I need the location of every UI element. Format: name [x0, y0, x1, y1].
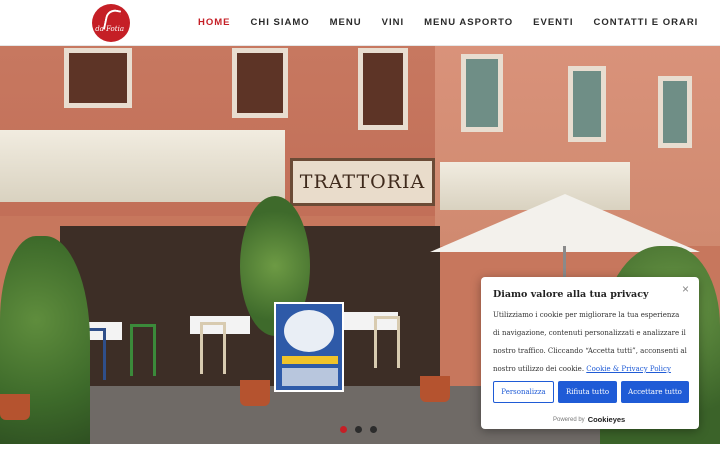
window	[461, 54, 503, 132]
nav-menu-asporto[interactable]: MENU ASPORTO	[424, 17, 513, 28]
window	[232, 48, 288, 118]
cookieyes-brand[interactable]: Cookieyes	[588, 415, 626, 424]
chair-green	[130, 324, 156, 376]
nav-eventi[interactable]: EVENTI	[533, 17, 573, 28]
poster-text-block	[282, 368, 338, 386]
logo[interactable]: da Fotia	[92, 4, 130, 42]
accept-all-button[interactable]: Accettare tutto	[621, 381, 689, 403]
flower-pot	[240, 380, 270, 406]
chair	[200, 322, 226, 374]
customize-button[interactable]: Personalizza	[493, 381, 554, 403]
trattoria-sign-text: TRATTORIA	[299, 171, 426, 193]
menu-poster	[274, 302, 344, 392]
powered-by: Powered by Cookieyes	[553, 415, 625, 424]
window	[358, 48, 408, 130]
nav-menu[interactable]: MENU	[330, 17, 362, 28]
cookie-title: Diamo valore alla tua privacy	[493, 289, 649, 300]
cookie-description: Utilizziamo i cookie per migliorare la t…	[493, 306, 687, 378]
window	[64, 48, 132, 108]
slider-dot-2[interactable]	[355, 426, 362, 433]
logo-text: da Fotia	[95, 25, 124, 33]
slider-dot-3[interactable]	[370, 426, 377, 433]
flower-pot	[0, 394, 30, 420]
cookie-banner: × Diamo valore alla tua privacy Utilizzi…	[481, 277, 699, 429]
poster-band	[282, 356, 338, 364]
reject-all-button[interactable]: Rifiuta tutto	[558, 381, 617, 403]
nav-home[interactable]: HOME	[198, 17, 231, 28]
nav-chi-siamo[interactable]: CHI SIAMO	[251, 17, 310, 28]
flower-pot	[420, 376, 450, 402]
window	[658, 76, 692, 148]
poster-chef	[284, 310, 334, 352]
nav-vini[interactable]: VINI	[382, 17, 404, 28]
powered-by-prefix: Powered by	[553, 416, 585, 423]
awning-right	[440, 162, 630, 210]
site-header: da Fotia HOME CHI SIAMO MENU VINI MENU A…	[0, 0, 720, 46]
cookie-policy-link[interactable]: Cookie & Privacy Policy	[586, 365, 671, 373]
window	[568, 66, 606, 142]
awning-left	[0, 130, 285, 202]
close-icon[interactable]: ×	[682, 282, 689, 296]
nav-contatti-orari[interactable]: CONTATTI E ORARI	[593, 17, 698, 28]
chair	[374, 316, 400, 368]
cookie-buttons: Personalizza Rifiuta tutto Accettare tut…	[493, 381, 689, 403]
slider-dot-1[interactable]	[340, 426, 347, 433]
slider-dots	[340, 426, 377, 433]
cookie-text: Utilizziamo i cookie per migliorare la t…	[493, 311, 687, 373]
main-nav: HOME CHI SIAMO MENU VINI MENU ASPORTO EV…	[198, 17, 718, 28]
trattoria-sign: TRATTORIA	[290, 158, 435, 206]
